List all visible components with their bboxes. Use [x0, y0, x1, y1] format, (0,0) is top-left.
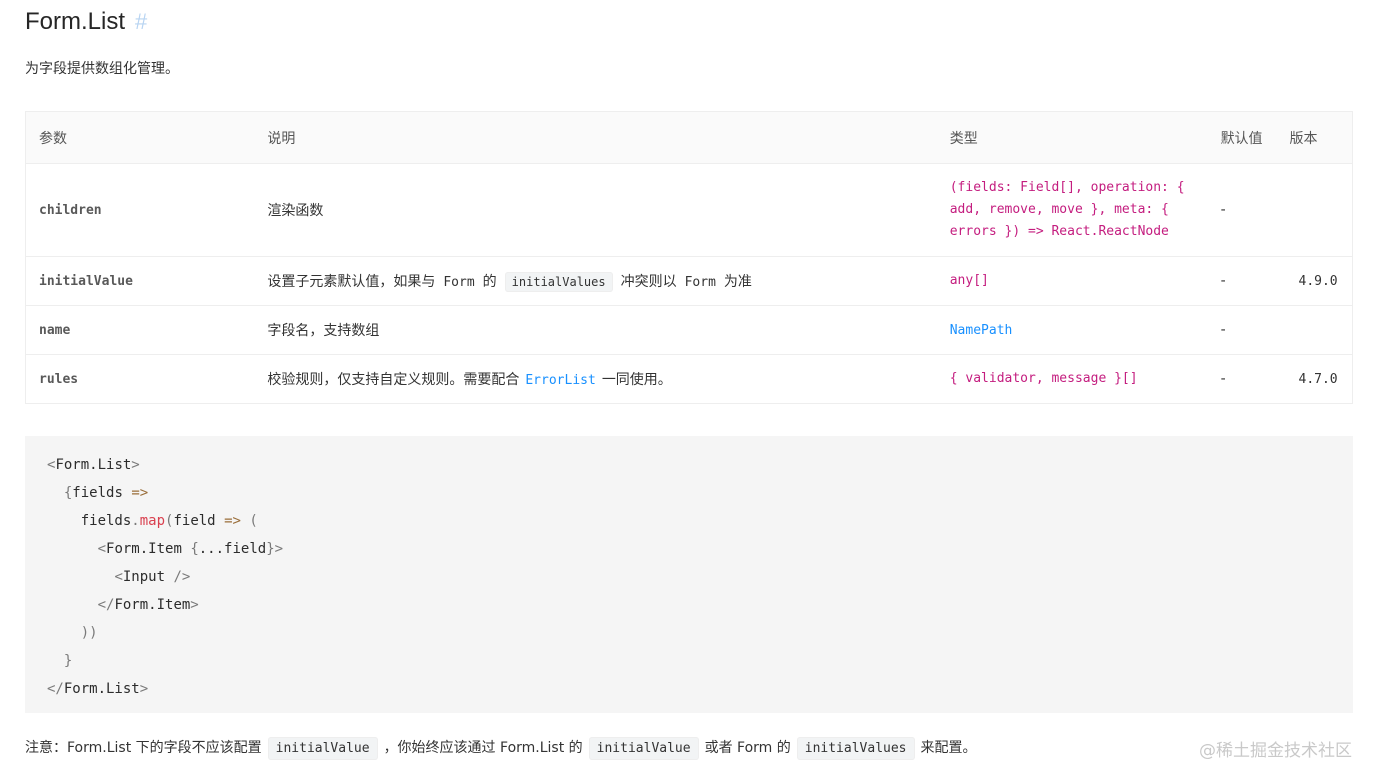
code-token: Form.Item — [114, 597, 191, 613]
param-name-text: rules — [39, 372, 79, 387]
code-pre: <Form.List> {fields => fields.map(field … — [47, 457, 284, 697]
anchor-link-icon[interactable]: # — [135, 9, 147, 35]
code-token: fields — [72, 485, 123, 501]
type-text: any[] — [949, 273, 989, 288]
code-chip: initialValues — [796, 737, 915, 760]
param-default: - — [1216, 305, 1286, 355]
note-text: ，你始终应该通过 Form.List 的 — [383, 740, 583, 756]
code-token: => — [224, 513, 241, 529]
table-row: name 字段名，支持数组 NamePath - — [25, 305, 1353, 355]
param-desc: 渲染函数 — [254, 163, 937, 257]
param-version — [1285, 305, 1353, 355]
column-header-type: 类型 — [936, 111, 1217, 164]
errorlist-link[interactable]: ErrorList — [525, 373, 595, 388]
column-header-default: 默认值 — [1216, 111, 1286, 164]
code-token: Form.Item — [106, 541, 182, 557]
param-version — [1285, 163, 1353, 257]
param-name: children — [25, 163, 255, 257]
code-chip: initialValues — [504, 272, 613, 292]
param-name: rules — [25, 354, 255, 404]
column-header-desc: 说明 — [254, 111, 937, 164]
type-line: errors }) => React.ReactNode — [949, 224, 1169, 239]
param-name: initialValue — [25, 256, 255, 306]
code-token: Form.List — [55, 457, 132, 473]
param-version: 4.9.0 — [1285, 256, 1353, 306]
table-header-row: 参数 说明 类型 默认值 版本 — [25, 111, 1353, 164]
inline-code: Form — [684, 275, 716, 290]
note-text: 或者 Form 的 — [704, 740, 791, 756]
param-version: 4.7.0 — [1285, 354, 1353, 404]
api-table: 参数 说明 类型 默认值 版本 children 渲染函数 (fields: F… — [25, 111, 1353, 404]
param-desc: 校验规则，仅支持自定义规则。需要配合 ErrorList 一同使用。 — [254, 354, 937, 404]
code-token: Form.List — [63, 681, 140, 697]
desc-text: 校验规则，仅支持自定义规则。需要配合 — [267, 372, 520, 388]
type-text: { validator, message }[] — [949, 371, 1138, 386]
code-token: Input — [122, 569, 166, 585]
type-line: (fields: Field[], operation: { — [949, 180, 1185, 195]
type-line: add, remove, move }, meta: { — [949, 202, 1169, 217]
param-type: (fields: Field[], operation: { add, remo… — [936, 163, 1217, 257]
namepath-link[interactable]: NamePath — [950, 323, 1013, 338]
section-description: 为字段提供数组化管理。 — [25, 61, 179, 77]
inline-code: Form — [443, 275, 475, 290]
desc-text: 一同使用。 — [601, 372, 672, 388]
code-chip: initialValue — [588, 737, 699, 760]
desc-text: 冲突则以 — [620, 274, 677, 290]
code-token: field — [173, 513, 216, 529]
param-desc: 字段名，支持数组 — [254, 305, 937, 355]
usage-note: 注意：Form.List 下的字段不应该配置 initialValue ，你始终应该… — [25, 737, 977, 760]
code-token: fields — [80, 513, 132, 529]
param-type: NamePath — [936, 305, 1217, 355]
column-header-param: 参数 — [25, 111, 255, 164]
param-name-text: initialValue — [39, 274, 133, 289]
table-row: rules 校验规则，仅支持自定义规则。需要配合 ErrorList 一同使用。 {… — [25, 354, 1353, 404]
param-type: any[] — [936, 256, 1217, 306]
note-text: 来配置。 — [920, 740, 977, 756]
param-desc: 设置子元素默认值，如果与 Form 的 initialValues 冲突则以 Form 为准 — [254, 256, 937, 306]
param-name-text: children — [39, 203, 102, 218]
section-title: Form.List — [25, 8, 126, 35]
code-chip: initialValue — [267, 737, 378, 760]
param-default: - — [1216, 256, 1286, 306]
param-default: - — [1216, 354, 1286, 404]
column-header-version: 版本 — [1285, 111, 1353, 164]
desc-text: 设置子元素默认值，如果与 — [267, 274, 436, 290]
code-token: => — [131, 485, 149, 501]
table-row: children 渲染函数 (fields: Field[], operatio… — [25, 163, 1353, 257]
code-token: map — [139, 513, 166, 529]
note-text: 注意：Form.List 下的字段不应该配置 — [25, 740, 262, 756]
watermark: @稀土掘金技术社区 — [1199, 741, 1352, 761]
desc-text: 的 — [482, 274, 497, 290]
param-type: { validator, message }[] — [936, 354, 1217, 404]
param-default: - — [1216, 163, 1286, 257]
param-name-text: name — [39, 323, 71, 338]
section-header: Form.List # — [25, 6, 147, 38]
code-example: <Form.List> {fields => fields.map(field … — [25, 436, 1353, 713]
param-name: name — [25, 305, 255, 355]
table-row: initialValue 设置子元素默认值，如果与 Form 的 initialVal… — [25, 256, 1353, 306]
desc-text: 为准 — [723, 274, 752, 290]
code-token: ...field — [198, 541, 267, 557]
